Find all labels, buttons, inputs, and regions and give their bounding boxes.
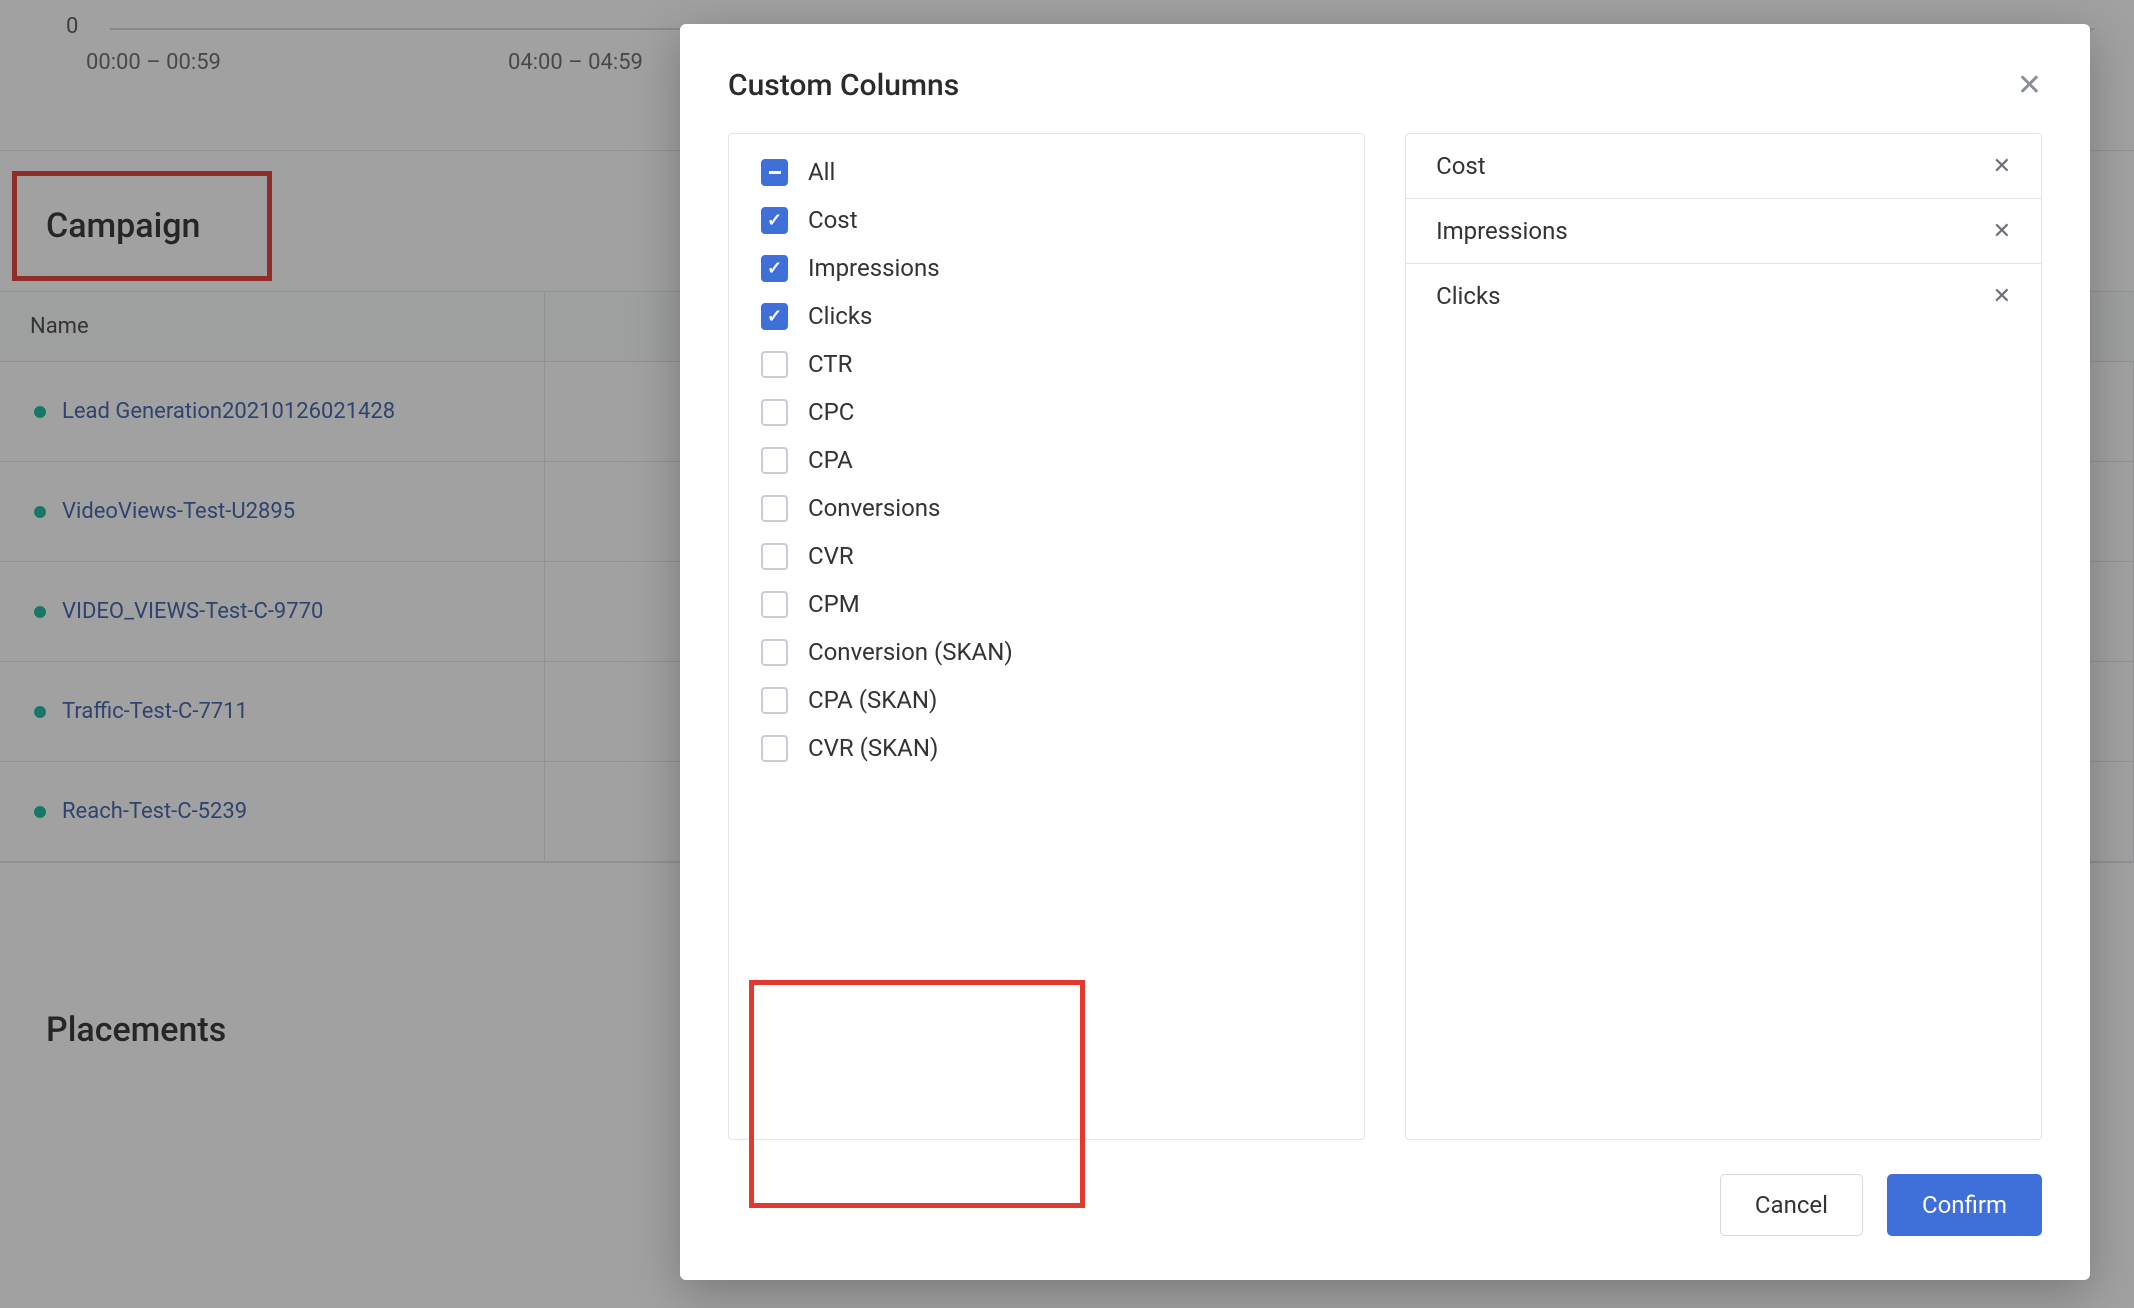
selected-label: Cost [1436, 152, 1486, 180]
option-label: Clicks [808, 302, 872, 330]
column-option[interactable]: CPM [747, 580, 1346, 628]
checkbox-icon[interactable] [761, 207, 788, 234]
modal-title: Custom Columns [728, 68, 959, 103]
remove-icon[interactable]: ✕ [1993, 284, 2011, 309]
option-label: Conversions [808, 494, 940, 522]
column-option[interactable]: Conversions [747, 484, 1346, 532]
modal-footer: Cancel Confirm [680, 1140, 2090, 1280]
checkbox-icon[interactable] [761, 639, 788, 666]
checkbox-icon[interactable] [761, 351, 788, 378]
option-label: Cost [808, 206, 858, 234]
checkbox-icon[interactable] [761, 447, 788, 474]
remove-icon[interactable]: ✕ [1993, 219, 2011, 244]
checkbox-icon[interactable] [761, 159, 788, 186]
checkbox-icon[interactable] [761, 735, 788, 762]
option-label: Impressions [808, 254, 940, 282]
available-columns-list: All Cost Impressions Clicks CTR CPC CPA Convers… [728, 133, 1365, 1140]
modal-header: Custom Columns ✕ [680, 24, 2090, 133]
column-option[interactable]: CPA (SKAN) [747, 676, 1346, 724]
option-label: All [808, 158, 835, 186]
column-option[interactable]: CPA [747, 436, 1346, 484]
checkbox-icon[interactable] [761, 399, 788, 426]
selected-columns-list: Cost ✕ Impressions ✕ Clicks ✕ [1405, 133, 2042, 1140]
checkbox-icon[interactable] [761, 591, 788, 618]
option-label: Conversion (SKAN) [808, 638, 1013, 666]
checkbox-icon[interactable] [761, 495, 788, 522]
option-label: CTR [808, 350, 852, 378]
column-option[interactable]: CVR [747, 532, 1346, 580]
column-option[interactable]: CVR (SKAN) [747, 724, 1346, 772]
option-label: CPM [808, 590, 860, 618]
column-option[interactable]: CTR [747, 340, 1346, 388]
checkbox-icon[interactable] [761, 687, 788, 714]
selected-column-row[interactable]: Cost ✕ [1406, 134, 2041, 199]
checkbox-icon[interactable] [761, 543, 788, 570]
column-option[interactable]: Impressions [747, 244, 1346, 292]
selected-column-row[interactable]: Clicks ✕ [1406, 264, 2041, 328]
option-label: CVR [808, 542, 854, 570]
remove-icon[interactable]: ✕ [1993, 154, 2011, 179]
custom-columns-modal: Custom Columns ✕ All Cost Impressions Click… [680, 24, 2090, 1280]
confirm-button[interactable]: Confirm [1887, 1174, 2042, 1236]
option-label: CVR (SKAN) [808, 734, 938, 762]
column-option[interactable]: Clicks [747, 292, 1346, 340]
column-option[interactable]: CPC [747, 388, 1346, 436]
option-label: CPA (SKAN) [808, 686, 937, 714]
checkbox-icon[interactable] [761, 255, 788, 282]
column-option[interactable]: Conversion (SKAN) [747, 628, 1346, 676]
option-label: CPC [808, 398, 854, 426]
checkbox-icon[interactable] [761, 303, 788, 330]
option-label: CPA [808, 446, 853, 474]
column-option[interactable]: All [747, 148, 1346, 196]
close-icon[interactable]: ✕ [2017, 71, 2042, 101]
column-option[interactable]: Cost [747, 196, 1346, 244]
cancel-button[interactable]: Cancel [1720, 1174, 1863, 1236]
selected-column-row[interactable]: Impressions ✕ [1406, 199, 2041, 264]
selected-label: Clicks [1436, 282, 1500, 310]
modal-body: All Cost Impressions Clicks CTR CPC CPA Convers… [680, 133, 2090, 1140]
selected-label: Impressions [1436, 217, 1568, 245]
